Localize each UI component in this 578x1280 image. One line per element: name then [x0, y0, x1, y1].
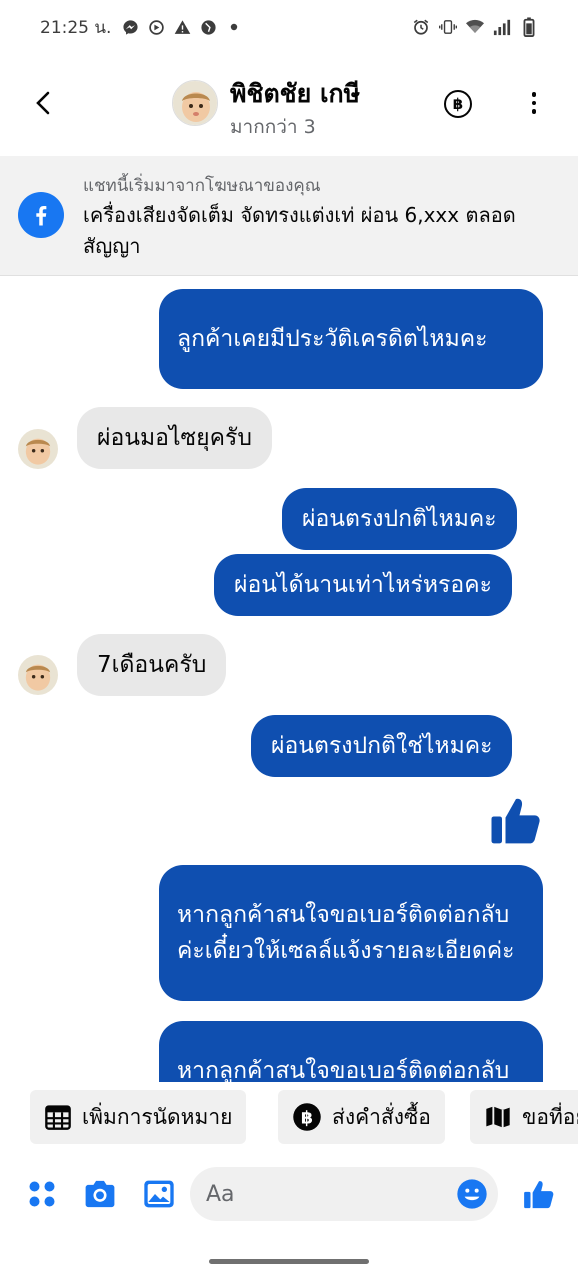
- contact-avatar-small[interactable]: [18, 429, 58, 469]
- outgoing-message[interactable]: หากลูกค้าสนใจขอเบอร์ติดต่อกลับค่ะเดี๋ยวใ…: [159, 1021, 543, 1082]
- message-text: ลูกค้าเคยมีประวัติเครดิตไหมคะ: [177, 326, 488, 352]
- back-button[interactable]: [28, 88, 58, 118]
- svg-text:฿: ฿: [301, 1108, 313, 1128]
- map-icon: [486, 1106, 510, 1129]
- vibrate-icon: [439, 18, 457, 36]
- request-address-button[interactable]: ขอที่อยู่: [470, 1090, 578, 1144]
- incoming-message[interactable]: ผ่อนมอไซยุครับ: [77, 407, 272, 469]
- ad-origin-banner[interactable]: แชทนี้เริ่มมาจากโฆษณาของคุณ เครื่องเสียง…: [0, 156, 578, 276]
- like-icon[interactable]: [522, 1177, 556, 1211]
- baby-face-avatar-icon: [18, 429, 58, 469]
- more-vertical-icon: [531, 92, 537, 97]
- calendar-icon: [45, 1105, 71, 1130]
- ad-caption: แชทนี้เริ่มมาจากโฆษณาของคุณ: [83, 176, 321, 196]
- baht-icon: ฿: [293, 1103, 321, 1131]
- thumbs-up-icon[interactable]: [488, 792, 544, 848]
- contact-avatar[interactable]: [172, 80, 218, 126]
- chevron-left-icon: [36, 91, 50, 115]
- message-composer: [0, 1160, 578, 1230]
- more-options-button[interactable]: [524, 88, 544, 118]
- gallery-icon[interactable]: [142, 1177, 176, 1211]
- alarm-icon: [412, 18, 430, 36]
- camera-icon[interactable]: [83, 1177, 117, 1211]
- outgoing-message[interactable]: หากลูกค้าสนใจขอเบอร์ติดต่อกลับค่ะเดี๋ยวใ…: [159, 865, 543, 1001]
- send-order-button[interactable]: ฿ ส่งคำสั่งซื้อ: [278, 1090, 445, 1144]
- status-time: 21:25 น.: [40, 17, 112, 38]
- message-input-container: [190, 1167, 498, 1221]
- incoming-message[interactable]: 7เดือนครับ: [77, 634, 227, 696]
- message-text: 7เดือนครับ: [97, 652, 207, 678]
- message-text: หากลูกค้าสนใจขอเบอร์ติดต่อกลับค่ะเดี๋ยวใ…: [177, 902, 515, 964]
- wifi-icon: [466, 18, 484, 36]
- message-text: หากลูกค้าสนใจขอเบอร์ติดต่อกลับค่ะเดี๋ยวใ…: [177, 1058, 510, 1082]
- chip-label: เพิ่มการนัดหมาย: [82, 1104, 233, 1129]
- baby-face-avatar-icon: [173, 81, 217, 125]
- compass-icon: [147, 18, 165, 36]
- message-text: ผ่อนได้นานเท่าไหร่หรอคะ: [234, 572, 492, 598]
- baht-icon: ฿: [452, 95, 464, 113]
- chip-label: ขอที่อยู่: [522, 1104, 578, 1129]
- menu-dots-icon[interactable]: [25, 1177, 59, 1211]
- emoji-icon[interactable]: [456, 1178, 488, 1210]
- message-input[interactable]: [206, 1176, 446, 1212]
- add-appointment-button[interactable]: เพิ่มการนัดหมาย: [30, 1090, 247, 1144]
- warning-icon: [173, 18, 191, 36]
- outgoing-message[interactable]: ผ่อนตรงปกติใช่ไหมคะ: [251, 715, 513, 777]
- dot-icon: [225, 18, 243, 36]
- outgoing-message[interactable]: ลูกค้าเคยมีประวัติเครดิตไหมคะ: [159, 289, 543, 389]
- contact-avatar-small[interactable]: [18, 655, 58, 695]
- globe-icon: [199, 18, 217, 36]
- chat-header: พิชิตชัย เกษี มากกว่า 3 ฿: [0, 54, 578, 154]
- quick-actions-bar: เพิ่มการนัดหมาย ฿ ส่งคำสั่งซื้อ ขอที่อยู…: [0, 1090, 578, 1146]
- facebook-icon: [18, 192, 64, 238]
- outgoing-message[interactable]: ผ่อนตรงปกติไหมคะ: [282, 488, 517, 550]
- message-text: ผ่อนตรงปกติใช่ไหมคะ: [271, 733, 493, 759]
- contact-subtitle: มากกว่า 3: [230, 116, 316, 138]
- status-bar: 21:25 น.: [0, 0, 578, 54]
- battery-icon: [520, 17, 538, 37]
- chip-label: ส่งคำสั่งซื้อ: [332, 1104, 431, 1129]
- baby-face-avatar-icon: [18, 655, 58, 695]
- signal-icon: [493, 18, 511, 36]
- outgoing-message[interactable]: ผ่อนได้นานเท่าไหร่หรอคะ: [214, 554, 512, 616]
- messenger-icon: [121, 18, 139, 36]
- payment-button[interactable]: ฿: [444, 90, 472, 118]
- home-indicator[interactable]: [209, 1259, 369, 1264]
- ad-text: เครื่องเสียงจัดเต็ม จัดทรงแต่งเท่ ผ่อน 6…: [83, 203, 516, 258]
- message-thread[interactable]: ลูกค้าเคยมีประวัติเครดิตไหมคะ ผ่อนมอไซยุ…: [0, 276, 578, 1082]
- contact-name: พิชิตชัย เกษี: [230, 79, 361, 108]
- message-text: ผ่อนมอไซยุครับ: [97, 425, 252, 451]
- message-text: ผ่อนตรงปกติไหมคะ: [302, 506, 497, 532]
